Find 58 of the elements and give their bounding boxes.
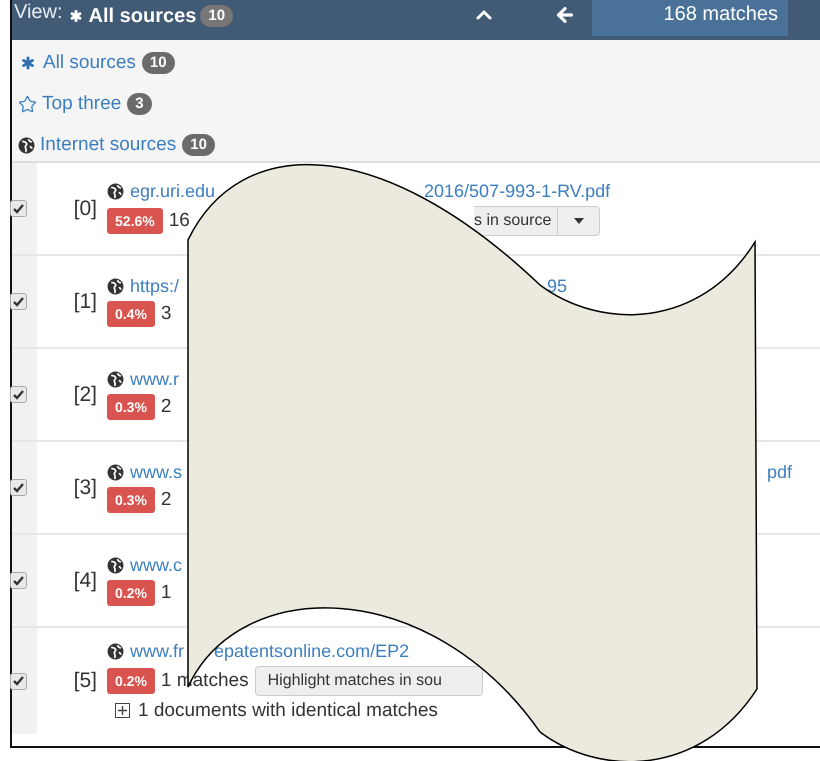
caret-icon [574,218,584,224]
globe-icon [107,183,124,200]
filter-link[interactable]: All sources [18,47,136,79]
source-index: [5] [72,669,98,693]
source-link[interactable]: pdf [767,462,792,483]
source-checkbox[interactable] [10,672,27,690]
star-icon [18,94,37,114]
percent-badge: 0.3% [107,487,155,513]
source-checkbox[interactable] [10,386,27,403]
source-index: [2] [72,382,98,406]
highlight-button[interactable]: s in source [474,206,558,236]
match-count: 3 [160,303,172,325]
view-label: View: [14,0,63,24]
expand-icon[interactable] [115,703,130,718]
source-link[interactable]: www.c [130,555,182,576]
identical-documents: 1 documents with identical matches [138,700,438,722]
count-badge: 10 [142,52,175,74]
filter-link[interactable]: Top three [18,88,122,120]
percent-badge: 0.2% [107,668,155,694]
source-link[interactable]: www.fr [130,640,184,662]
source-index: [0] [72,196,98,220]
match-count: 2 [160,489,172,511]
globe-icon [107,642,124,660]
dropdown-button[interactable] [558,206,600,236]
percent-badge: 52.6% [107,208,163,234]
filter-link[interactable]: Internet sources [18,129,176,161]
view-value[interactable]: All sources [88,4,196,28]
count-badge: 10 [200,5,234,27]
source-link[interactable]: www.s [130,462,182,483]
percent-badge: 0.3% [107,394,155,420]
source-link[interactable]: 95 [547,276,568,297]
globe-icon [107,557,124,574]
source-link[interactable]: epatentsonline.com/EP2 [214,640,410,662]
source-link[interactable]: 2016/507-993-1-RV.pdf [424,181,610,202]
count-badge: 10 [182,134,215,156]
globe-icon [18,136,35,154]
globe-icon [107,464,124,481]
source-checkbox[interactable] [10,200,27,217]
highlight-button[interactable]: Highlight matches in sou [254,666,483,696]
source-link[interactable]: egr.uri.edu [130,181,216,202]
source-link[interactable]: www.r [130,369,179,390]
count-badge: 3 [127,93,152,115]
arrow-left-icon[interactable] [554,4,576,26]
source-index: [3] [72,476,98,500]
globe-icon [107,278,124,295]
source-checkbox[interactable] [10,572,27,589]
source-index: [1] [72,290,98,314]
match-count: 2 [160,396,172,418]
match-count: 1 [160,582,172,604]
percent-badge: 0.4% [107,301,155,327]
source-checkbox[interactable] [10,293,27,310]
percent-badge: 0.2% [107,580,155,606]
source-link[interactable]: https:/ [130,276,180,297]
match-count: 16 [168,210,190,232]
source-checkbox[interactable] [10,479,27,496]
match-count: 168 matches [592,0,788,36]
globe-icon [107,371,124,388]
source-index: [4] [72,568,98,592]
